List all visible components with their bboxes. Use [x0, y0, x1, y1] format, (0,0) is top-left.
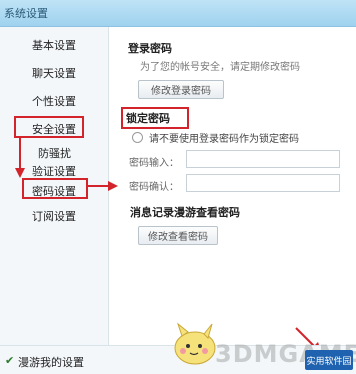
checkmark-icon: ✔: [5, 354, 15, 367]
mascot-icon: [174, 322, 216, 365]
lock-password-radio[interactable]: [132, 132, 143, 143]
password-confirm-field[interactable]: [186, 174, 340, 192]
login-password-hint: 为了您的帐号安全，请定期修改密码: [140, 62, 300, 73]
change-login-password-button[interactable]: 修改登录密码: [138, 80, 224, 99]
password-input-field[interactable]: [186, 150, 340, 168]
arrow-security-to-password-head: [15, 168, 25, 178]
arrow-password-to-lock-head: [108, 181, 118, 191]
lock-password-option-label: 请不要使用登录密码作为锁定密码: [149, 134, 299, 145]
roam-settings-label[interactable]: 漫游我的设置: [18, 354, 84, 370]
password-confirm-label: 密码确认：: [129, 182, 179, 193]
lock-password-title: 锁定密码: [126, 112, 170, 125]
change-view-password-button[interactable]: 修改查看密码: [138, 226, 218, 245]
password-input-label: 密码输入：: [129, 158, 179, 169]
login-password-title: 登录密码: [128, 42, 172, 55]
chat-history-password-title: 消息记录漫游查看密码: [130, 206, 240, 219]
lock-password-option[interactable]: 请不要使用登录密码作为锁定密码: [132, 130, 299, 145]
site-logo: 实用软件园: [305, 350, 353, 370]
